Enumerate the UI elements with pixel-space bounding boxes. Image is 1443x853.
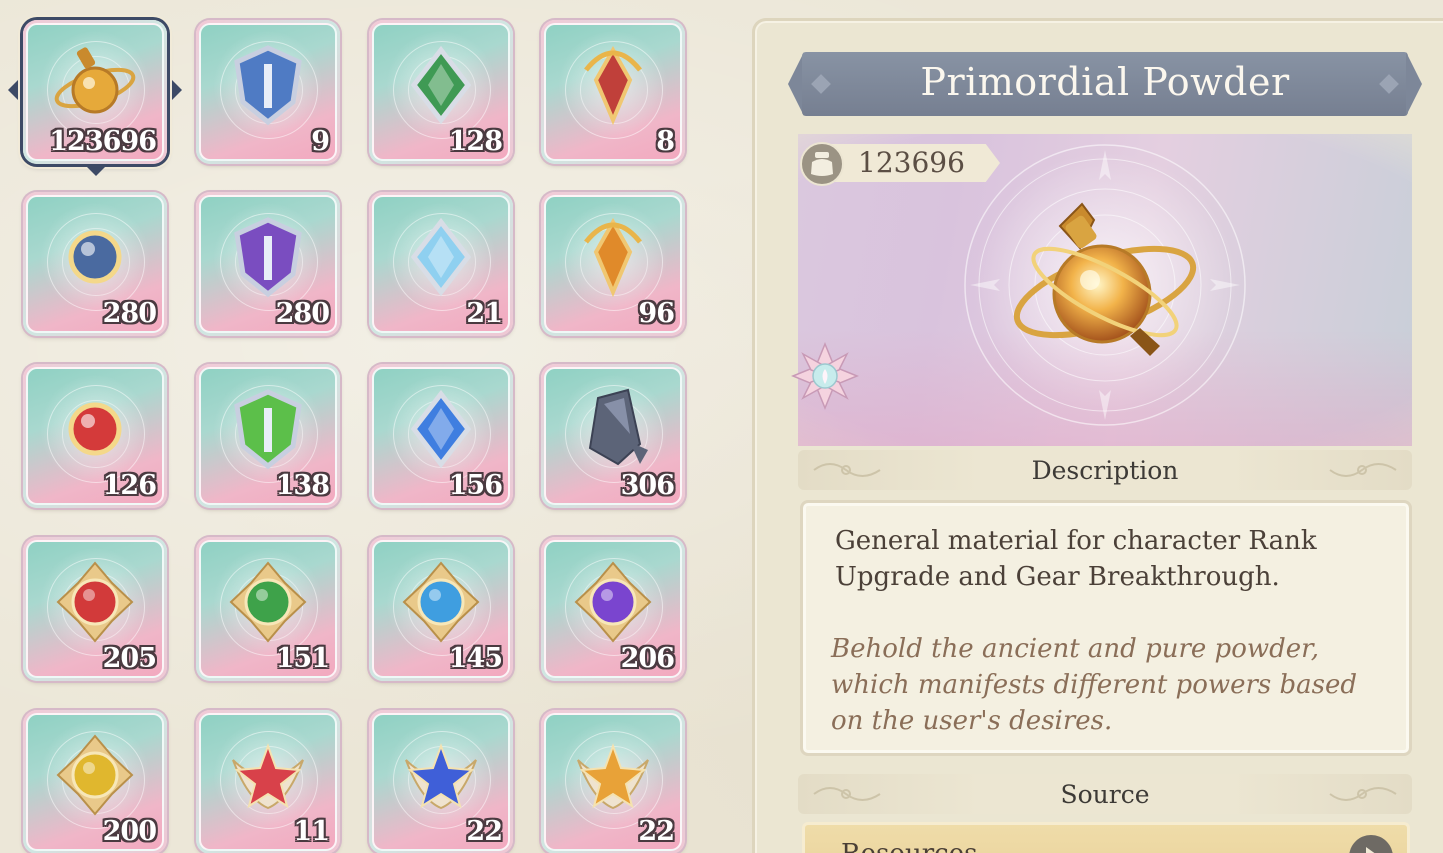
inventory-slot[interactable]: 128 [369,20,513,164]
source-entry-resources[interactable]: Resources [802,822,1410,853]
primordial-powder-icon [1013,202,1197,356]
quantity-display: 123696 [800,142,1000,186]
red-gem-emblem-icon [50,557,140,651]
inventory-slot[interactable]: 126 [23,364,167,508]
inventory-slot[interactable]: 21 [369,192,513,336]
red-star-wings-icon [223,730,313,824]
lotus-rarity-icon [791,342,859,410]
gold-star-wings-icon [568,730,658,824]
inventory-slot[interactable]: 11 [196,710,340,853]
item-count: 205 [102,643,157,674]
title-banner: Primordial Powder [788,52,1422,116]
inventory-slot[interactable]: 22 [369,710,513,853]
source-header: Source [798,774,1412,814]
inventory-slot[interactable]: 96 [541,192,685,336]
inventory-slot[interactable]: 9 [196,20,340,164]
blue-star-wings-icon [396,730,486,824]
source-entry-label: Resources [841,839,977,853]
selection-marker [8,80,18,100]
red-crystal-icon [50,384,140,478]
green-gem-emblem-icon [223,557,313,651]
item-count: 22 [466,816,503,847]
red-sword-crest-icon [568,40,658,134]
item-count: 8 [656,126,675,157]
selection-marker [86,166,106,176]
purple-star-crystal-icon [223,212,313,306]
inventory-slot[interactable]: 8 [541,20,685,164]
item-description: General material for character Rank Upgr… [835,526,1317,592]
shield-axe-icon [223,40,313,134]
item-count: 206 [620,643,675,674]
purple-gem-emblem-icon [568,557,658,651]
inventory-slot[interactable]: 145 [369,537,513,681]
item-count: 145 [448,643,503,674]
inventory-slot[interactable]: 206 [541,537,685,681]
inventory-grid: 123696 9 128 8 280 280 21 96 126 138 156 306 205 1… [0,0,740,853]
quantity-value: 123696 [858,146,965,179]
inventory-slot[interactable]: 151 [196,537,340,681]
item-count: 128 [448,126,503,157]
item-count: 138 [275,470,330,501]
dark-ore-icon [568,384,658,478]
description-box: General material for character Rank Upgr… [800,500,1412,756]
description-header: Description [798,450,1412,490]
item-lore: Behold the ancient and pure powder, whic… [831,634,1358,736]
blue-gem-emblem-icon [396,557,486,651]
inventory-slot[interactable]: 138 [196,364,340,508]
item-count: 200 [102,816,157,847]
item-count: 306 [620,470,675,501]
item-count: 156 [448,470,503,501]
item-title: Primordial Powder [920,60,1290,104]
inventory-slot[interactable]: 280 [23,192,167,336]
item-count: 96 [638,298,675,329]
inventory-slot[interactable]: 306 [541,364,685,508]
item-count: 22 [638,816,675,847]
amber-flame-gem-icon [568,212,658,306]
selection-marker [172,80,182,100]
blue-crystal-icon [396,384,486,478]
item-count: 126 [102,470,157,501]
inventory-slot[interactable]: 123696 [23,20,167,164]
inventory-slot[interactable]: 205 [23,537,167,681]
gold-gem-emblem-icon [50,730,140,824]
item-count: 280 [275,298,330,329]
item-count: 280 [102,298,157,329]
item-count: 151 [275,643,330,674]
primordial-powder-flask-icon [50,40,140,134]
arrow-right-icon[interactable] [1349,835,1393,853]
inventory-slot[interactable]: 156 [369,364,513,508]
pouch-icon [800,142,844,186]
inventory-slot[interactable]: 200 [23,710,167,853]
spellbook-icon [50,212,140,306]
item-count: 9 [311,126,330,157]
item-count: 123696 [49,126,157,157]
crystal-orb-icon [396,212,486,306]
green-crystal-icon [223,384,313,478]
item-count: 21 [466,298,503,329]
inventory-slot[interactable]: 280 [196,192,340,336]
item-count: 11 [293,816,330,847]
green-crest-icon [396,40,486,134]
inventory-slot[interactable]: 22 [541,710,685,853]
